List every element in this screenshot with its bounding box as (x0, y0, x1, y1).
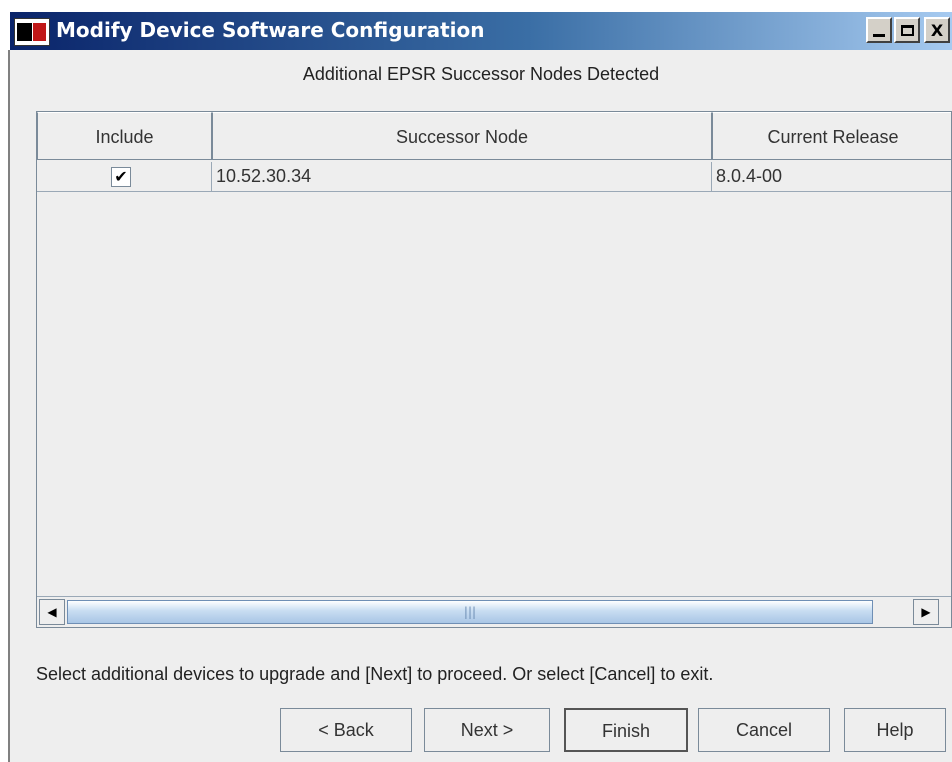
finish-button[interactable]: Finish (564, 708, 688, 752)
arrow-right-icon: ▶ (921, 605, 931, 619)
table-row[interactable]: ✔ 10.52.30.34 8.0.4-00 (37, 162, 951, 192)
instruction-text: Select additional devices to upgrade and… (36, 664, 714, 684)
include-checkbox[interactable]: ✔ (111, 167, 131, 187)
column-header-successor-node[interactable]: Successor Node (212, 112, 712, 160)
close-icon: X (930, 20, 944, 40)
maximize-button[interactable] (894, 17, 920, 43)
next-button[interactable]: Next > (424, 708, 550, 752)
table-header: Include Successor Node Current Release (37, 112, 951, 162)
column-header-current-release[interactable]: Current Release (712, 112, 951, 160)
include-cell: ✔ (37, 162, 212, 191)
grip-icon: ||| (463, 605, 477, 619)
dialog-heading: Additional EPSR Successor Nodes Detected (302, 64, 660, 84)
cancel-button[interactable]: Cancel (698, 708, 830, 752)
minimize-button[interactable] (866, 17, 892, 43)
window-top-edge (0, 0, 952, 12)
scrollbar-thumb[interactable]: ||| (67, 600, 873, 624)
dialog-window: Modify Device Software Configuration X A… (0, 0, 952, 762)
title-bar[interactable]: Modify Device Software Configuration X (10, 12, 952, 50)
successor-nodes-table: Include Successor Node Current Release ✔… (36, 111, 952, 628)
close-button[interactable]: X (924, 17, 950, 43)
horizontal-scrollbar[interactable]: ◀ ||| ▶ (37, 596, 951, 627)
scroll-right-button[interactable]: ▶ (913, 599, 939, 625)
scroll-left-button[interactable]: ◀ (39, 599, 65, 625)
back-button[interactable]: < Back (280, 708, 412, 752)
column-header-include[interactable]: Include (37, 112, 212, 160)
current-release-cell: 8.0.4-00 (716, 166, 783, 186)
arrow-left-icon: ◀ (47, 605, 57, 619)
window-title: Modify Device Software Configuration (56, 18, 485, 42)
successor-node-cell: 10.52.30.34 (212, 162, 712, 191)
minimize-icon (873, 33, 885, 37)
maximize-icon (900, 24, 914, 36)
help-button[interactable]: Help (844, 708, 946, 752)
app-logo-icon (14, 18, 50, 46)
window-border (8, 50, 10, 762)
